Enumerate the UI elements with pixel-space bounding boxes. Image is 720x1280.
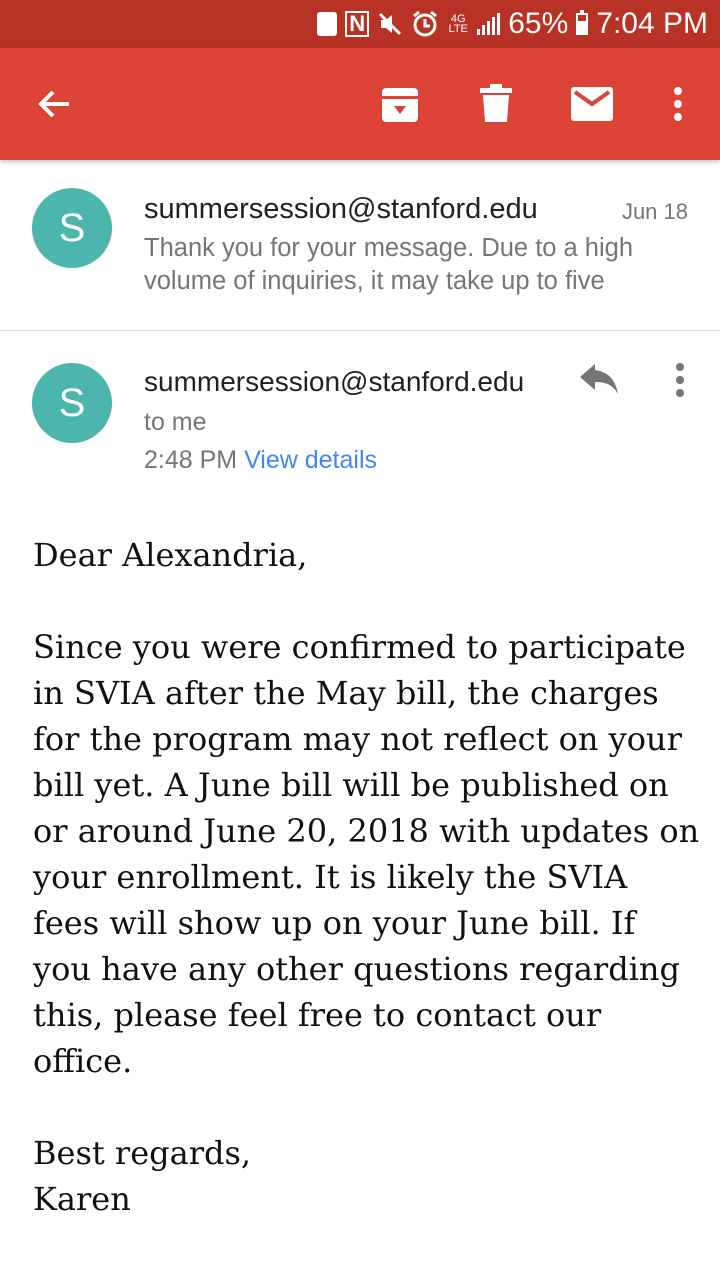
avatar[interactable]: S [32,363,112,443]
network-type-icon: 4G LTE [448,13,468,35]
message-time-row: 2:48 PM View details [144,446,377,475]
more-vert-icon [676,363,684,397]
more-options-button[interactable] [650,76,706,132]
signal-icon [477,13,501,35]
reply-icon [580,364,618,394]
message-recipient: to me [144,408,207,436]
nfc-icon: N [345,11,370,37]
delete-button[interactable] [468,76,524,132]
view-details-link[interactable]: View details [244,446,377,474]
status-bar: N 4G LTE 65% 7:04 PM [0,0,720,48]
body-paragraph: Since you were confirmed to participate … [33,628,700,1080]
archive-button[interactable] [372,76,428,132]
back-arrow-icon [38,90,69,118]
message-sender: summersession@stanford.edu [144,366,525,397]
alarm-icon [411,10,439,38]
message-time: 2:48 PM [144,446,238,474]
greeting: Dear Alexandria, [33,536,308,574]
closing: Best regards, [33,1134,252,1172]
signature: Karen [33,1180,131,1218]
collapsed-message[interactable]: S summersession@stanford.edu Jun 18 Than… [0,160,720,331]
preview-sender: summersession@stanford.edu [144,193,538,225]
mail-icon [571,87,613,121]
more-vert-icon [674,87,682,121]
message-body: Dear Alexandria, Since you were confirme… [33,532,703,1222]
mark-unread-button[interactable] [564,76,620,132]
preview-snippet: Thank you for your message. Due to a hig… [144,234,634,295]
mute-icon [377,11,403,37]
preview-date: Jun 18 [621,199,688,224]
battery-percent: 65% [508,7,569,40]
notification-icon [317,12,338,36]
battery-icon [576,10,589,35]
reply-button[interactable] [572,356,628,404]
status-icons: N 4G LTE 65% 7:04 PM [317,0,708,48]
message-more-button[interactable] [660,356,700,404]
avatar[interactable]: S [32,188,112,268]
app-toolbar [0,48,720,160]
back-button[interactable] [26,76,82,132]
archive-icon [382,88,418,122]
clock: 7:04 PM [596,7,708,40]
trash-icon [480,84,512,122]
